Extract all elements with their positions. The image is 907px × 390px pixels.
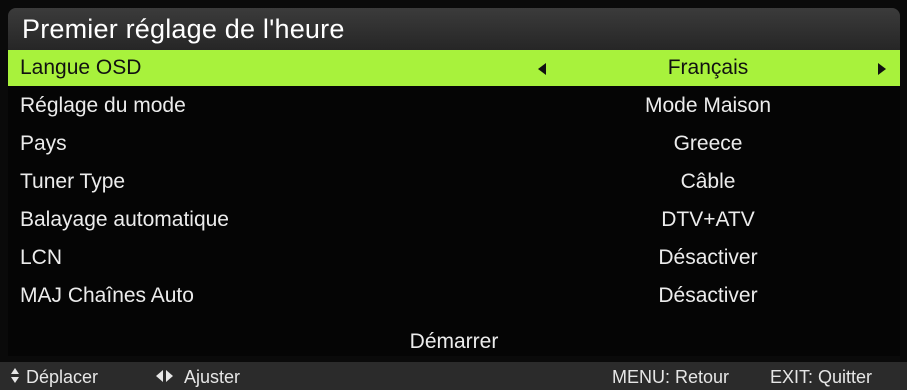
title-bar: Premier réglage de l'heure [8,8,900,50]
menu-row-balayage-automatique[interactable]: Balayage automatique DTV+ATV [8,202,900,238]
arrow-right-icon[interactable] [878,63,886,75]
move-hint-label: Déplacer [26,367,99,387]
tv-osd-screen: Premier réglage de l'heure Langue OSD Fr… [0,0,907,390]
menu-row-label: Tuner Type [20,170,126,193]
menu-row-langue-osd[interactable]: Langue OSD Français [8,50,900,86]
menu-row-value: Désactiver [658,284,758,307]
arrow-left-icon[interactable] [538,63,546,75]
menu-back-hint: MENU: Retour [612,367,730,387]
menu-row-value: Désactiver [658,246,758,269]
menu-row-label: Pays [20,132,67,155]
menu-row-pays[interactable]: Pays Greece [8,126,900,162]
exit-hint: EXIT: Quitter [770,367,873,387]
settings-menu: Langue OSD Français Réglage du mode Mode… [8,50,900,356]
adjust-hint-label: Ajuster [184,367,241,387]
menu-row-tuner-type[interactable]: Tuner Type Câble [8,164,900,200]
menu-row-value: DTV+ATV [661,208,755,231]
menu-row-label: MAJ Chaînes Auto [20,284,194,307]
left-right-arrows-icon [156,370,174,382]
menu-row-value: Français [667,56,749,79]
page-title: Premier réglage de l'heure [22,14,345,44]
menu-row-value: Câble [680,170,736,193]
menu-row-value: Greece [673,132,743,155]
menu-row-label: Balayage automatique [20,208,229,231]
menu-row-reglage-du-mode[interactable]: Réglage du mode Mode Maison [8,88,900,124]
up-down-arrows-icon [10,367,20,385]
menu-row-maj-chaines-auto[interactable]: MAJ Chaînes Auto Désactiver [8,278,900,314]
menu-row-label: Langue OSD [20,56,142,79]
menu-row-lcn[interactable]: LCN Désactiver [8,240,900,276]
menu-row-label: Réglage du mode [20,94,186,117]
footer-help-bar: Déplacer Ajuster MENU: Retour EXIT: Quit… [0,362,907,390]
start-button[interactable]: Démarrer [8,330,900,356]
menu-row-value: Mode Maison [644,94,772,117]
menu-row-label: LCN [20,246,63,269]
